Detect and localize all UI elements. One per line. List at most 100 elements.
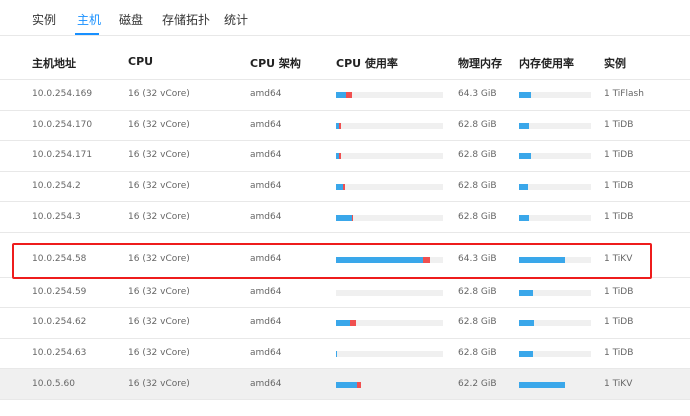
memory-cell: 62.8 GiB [458,317,497,328]
cpu-cell: 16 (32 vCore) [128,286,190,297]
host-address-cell: 10.0.254.2 [32,181,81,192]
tab-bar: 实例 主机 磁盘 存储拓扑 统计 [0,0,690,36]
cpu-usage-bar [336,184,443,191]
tab-1[interactable]: 主机 [77,11,101,28]
cpu-usage-fill [336,257,423,264]
table-row[interactable]: 10.0.254.63 16 (32 vCore) amd64 62.8 GiB 1 T… [0,339,690,370]
table-row[interactable]: 10.0.254.169 16 (32 vCore) amd64 64.3 GiB 1 … [0,80,690,111]
cpu-usage-peak [339,122,342,129]
memory-usage-fill [519,320,535,327]
cpu-arch-cell: amd64 [250,348,282,359]
host-address-cell: 10.0.254.171 [32,150,93,161]
cpu-usage-fill [336,92,346,99]
cpu-usage-fill [336,184,344,191]
column-header-1[interactable]: CPU [128,55,153,68]
instances-cell: 1 TiDB [604,181,634,192]
cpu-usage-bar [336,381,443,388]
column-header-4[interactable]: 物理内存 [458,55,502,71]
column-header-6[interactable]: 实例 [604,55,626,71]
memory-usage-fill [519,153,531,160]
memory-usage-fill [519,92,531,99]
cpu-usage-peak [422,257,431,264]
tab-4[interactable]: 统计 [224,11,248,28]
cpu-arch-cell: amd64 [250,286,282,297]
memory-usage-fill [519,122,530,129]
cpu-usage-peak [349,320,357,327]
memory-cell: 62.8 GiB [458,211,497,222]
host-address-cell: 10.0.254.59 [32,286,87,297]
active-tab-underline [75,33,99,35]
cpu-usage-peak [343,184,345,191]
table-row[interactable]: 10.0.254.2 16 (32 vCore) amd64 62.8 GiB 1 Ti… [0,172,690,203]
cpu-usage-bar [336,92,443,99]
cpu-usage-bar [336,257,443,264]
memory-usage-fill [519,351,534,358]
host-address-cell: 10.0.254.58 [32,254,87,265]
cpu-arch-cell: amd64 [250,254,282,265]
cpu-arch-cell: amd64 [250,150,282,161]
memory-cell: 64.3 GiB [458,254,497,265]
table-header: 主机地址 CPU CPU 架构 CPU 使用率 物理内存 内存使用率 实例 [0,46,690,78]
column-header-2[interactable]: CPU 架构 [250,55,301,71]
memory-cell: 62.8 GiB [458,150,497,161]
instances-cell: 1 TiDB [604,286,634,297]
memory-usage-fill [519,289,534,296]
cpu-usage-bar [336,214,443,221]
cpu-usage-bar [336,289,443,296]
instances-cell: 1 TiDB [604,150,634,161]
cpu-cell: 16 (32 vCore) [128,317,190,328]
memory-usage-fill [519,257,566,264]
cpu-cell: 16 (32 vCore) [128,348,190,359]
table-row[interactable]: 10.0.254.59 16 (32 vCore) amd64 62.8 GiB 1 T… [0,278,690,309]
host-address-cell: 10.0.254.170 [32,119,93,130]
memory-cell: 62.8 GiB [458,286,497,297]
table-row[interactable]: 10.0.5.60 16 (32 vCore) amd64 62.2 GiB 1 TiK… [0,369,690,400]
memory-usage-bar [519,122,591,129]
cpu-cell: 16 (32 vCore) [128,150,190,161]
cpu-arch-cell: amd64 [250,181,282,192]
cpu-cell: 16 (32 vCore) [128,211,190,222]
tab-0[interactable]: 实例 [32,11,56,28]
memory-usage-bar [519,214,591,221]
tab-3[interactable]: 存储拓扑 [162,11,210,28]
cpu-cell: 16 (32 vCore) [128,89,190,100]
table-row[interactable]: 10.0.254.171 16 (32 vCore) amd64 62.8 GiB 1 … [0,141,690,172]
cpu-usage-peak [345,92,353,99]
memory-usage-bar [519,381,591,388]
cpu-cell: 16 (32 vCore) [128,254,190,265]
host-address-cell: 10.0.254.169 [32,89,93,100]
tab-2[interactable]: 磁盘 [119,11,143,28]
host-address-cell: 10.0.254.63 [32,348,87,359]
memory-usage-bar [519,289,591,296]
column-header-5[interactable]: 内存使用率 [519,55,574,71]
cpu-cell: 16 (32 vCore) [128,119,190,130]
column-header-0[interactable]: 主机地址 [32,55,76,71]
memory-usage-bar [519,184,591,191]
cpu-arch-cell: amd64 [250,89,282,100]
host-address-cell: 10.0.254.62 [32,317,87,328]
table-row[interactable]: 10.0.254.62 16 (32 vCore) amd64 62.8 GiB 1 T… [0,308,690,339]
cpu-usage-bar [336,351,443,358]
memory-cell: 62.2 GiB [458,378,497,389]
cpu-usage-fill [336,214,353,221]
memory-usage-bar [519,153,591,160]
column-header-3[interactable]: CPU 使用率 [336,55,398,71]
memory-cell: 62.8 GiB [458,348,497,359]
memory-usage-bar [519,351,591,358]
cpu-arch-cell: amd64 [250,317,282,328]
cpu-usage-bar [336,122,443,129]
table-row[interactable]: 10.0.254.3 16 (32 vCore) amd64 62.8 GiB 1 Ti… [0,202,690,233]
cpu-usage-peak [357,381,361,388]
memory-usage-bar [519,257,591,264]
memory-usage-fill [519,184,528,191]
cpu-cell: 16 (32 vCore) [128,378,190,389]
memory-usage-bar [519,92,591,99]
cpu-arch-cell: amd64 [250,119,282,130]
instances-cell: 1 TiDB [604,317,634,328]
table-row[interactable]: 10.0.254.170 16 (32 vCore) amd64 62.8 GiB 1 … [0,111,690,142]
cpu-usage-peak [352,214,354,221]
table-row[interactable]: 10.0.254.58 16 (32 vCore) amd64 64.3 GiB 1 T… [0,243,690,278]
cpu-arch-cell: amd64 [250,378,282,389]
memory-cell: 62.8 GiB [458,181,497,192]
instances-cell: 1 TiKV [604,378,633,389]
